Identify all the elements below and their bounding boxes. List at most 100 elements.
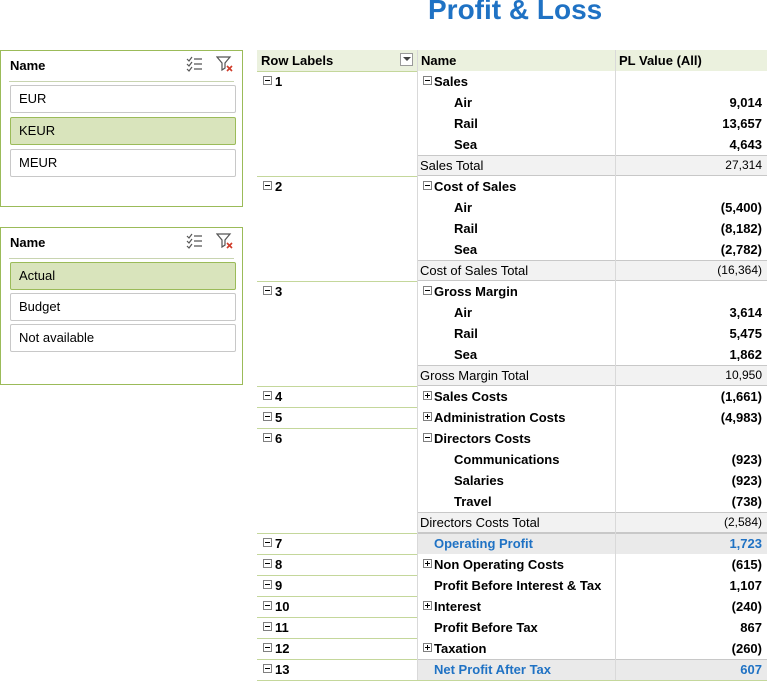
row-value: 1,862 xyxy=(729,347,762,362)
row-name-air: Air xyxy=(454,95,473,110)
slicer-item-eur[interactable]: EUR xyxy=(10,85,236,113)
collapse-icon[interactable] xyxy=(263,181,272,190)
row-name-communications: Communications xyxy=(454,452,560,467)
clear-filter-icon[interactable] xyxy=(216,55,234,73)
table-row: Salaries (923) xyxy=(257,470,767,491)
row-labels-header: Row Labels xyxy=(261,53,334,68)
row-value: 867 xyxy=(740,620,762,635)
row-value: 13,657 xyxy=(722,116,762,131)
expand-icon[interactable] xyxy=(423,391,432,400)
table-row: 8 Non Operating Costs (615) xyxy=(257,554,767,575)
row-name-gross-margin: Gross Margin xyxy=(434,284,518,299)
pivot-header-row: Row Labels Name PL Value (All) xyxy=(257,50,767,71)
page-title: Profit & Loss xyxy=(428,0,603,25)
collapse-icon[interactable] xyxy=(263,76,272,85)
row-value: (923) xyxy=(731,452,762,467)
row-label: 8 xyxy=(275,557,283,572)
table-row: 11 Profit Before Tax 867 xyxy=(257,617,767,638)
row-name-sales: Sales xyxy=(434,74,468,89)
row-value: (2,782) xyxy=(720,242,762,257)
table-row: Gross Margin Total 10,950 xyxy=(257,365,767,386)
table-row: 4 Sales Costs (1,661) xyxy=(257,386,767,407)
row-label: 10 xyxy=(275,599,290,614)
slicer-item-meur[interactable]: MEUR xyxy=(10,149,236,177)
table-row: 7 Operating Profit 1,723 xyxy=(257,533,767,554)
row-name-sea: Sea xyxy=(454,242,478,257)
collapse-icon[interactable] xyxy=(263,412,272,421)
row-value: (1,661) xyxy=(720,389,762,404)
table-row: Air 3,614 xyxy=(257,302,767,323)
slicer-item-actual[interactable]: Actual xyxy=(10,262,236,290)
table-row: 3 Gross Margin xyxy=(257,281,767,302)
table-row: 9 Profit Before Interest & Tax 1,107 xyxy=(257,575,767,596)
column-divider xyxy=(417,50,418,680)
row-name-travel: Travel xyxy=(454,494,492,509)
table-row: Directors Costs Total (2,584) xyxy=(257,512,767,533)
table-row: 2 Cost of Sales xyxy=(257,176,767,197)
table-row: Sea (2,782) xyxy=(257,239,767,260)
collapse-icon[interactable] xyxy=(263,643,272,652)
collapse-icon[interactable] xyxy=(263,433,272,442)
row-name-non-operating-costs: Non Operating Costs xyxy=(434,557,565,572)
row-name-air: Air xyxy=(454,305,473,320)
row-name-operating-profit: Operating Profit xyxy=(434,536,533,551)
table-row: 5 Administration Costs (4,983) xyxy=(257,407,767,428)
slicer-title: Name xyxy=(10,235,46,250)
row-name-cost-of-sales: Cost of Sales xyxy=(434,179,517,194)
table-row: Sea 4,643 xyxy=(257,134,767,155)
table-row: 12 Taxation (260) xyxy=(257,638,767,659)
collapse-icon[interactable] xyxy=(263,559,272,568)
multi-select-icon[interactable] xyxy=(185,55,203,73)
row-label: 9 xyxy=(275,578,283,593)
slicer-item-not-available[interactable]: Not available xyxy=(10,324,236,352)
collapse-icon[interactable] xyxy=(263,664,272,673)
column-divider xyxy=(615,50,616,680)
expand-icon[interactable] xyxy=(423,412,432,421)
collapse-icon[interactable] xyxy=(263,580,272,589)
table-row: Rail 5,475 xyxy=(257,323,767,344)
collapse-icon[interactable] xyxy=(263,286,272,295)
table-row: Communications (923) xyxy=(257,449,767,470)
collapse-icon[interactable] xyxy=(423,433,432,442)
row-labels-filter-dropdown[interactable] xyxy=(400,53,413,66)
table-row: Rail 13,657 xyxy=(257,113,767,134)
row-name-rail: Rail xyxy=(454,116,478,131)
row-name-directors-costs-total: Directors Costs Total xyxy=(420,515,540,530)
row-label: 13 xyxy=(275,662,290,677)
collapse-icon[interactable] xyxy=(423,286,432,295)
collapse-icon[interactable] xyxy=(423,76,432,85)
collapse-icon[interactable] xyxy=(263,391,272,400)
row-value: 1,723 xyxy=(729,536,762,551)
row-label: 12 xyxy=(275,641,290,656)
currency-slicer: Name EUR KEUR MEUR xyxy=(0,50,243,207)
row-value: (615) xyxy=(731,557,762,572)
row-value: (260) xyxy=(731,641,762,656)
collapse-icon[interactable] xyxy=(263,538,272,547)
table-row: Cost of Sales Total (16,364) xyxy=(257,260,767,281)
row-label: 3 xyxy=(275,284,283,299)
row-name-net-profit-after-tax: Net Profit After Tax xyxy=(434,662,552,677)
row-name-gross-margin-total: Gross Margin Total xyxy=(420,368,529,383)
row-value: 27,314 xyxy=(725,158,762,172)
row-label: 2 xyxy=(275,179,283,194)
expand-icon[interactable] xyxy=(423,559,432,568)
table-row: Air 9,014 xyxy=(257,92,767,113)
row-name-rail: Rail xyxy=(454,221,478,236)
multi-select-icon[interactable] xyxy=(185,232,203,250)
collapse-icon[interactable] xyxy=(423,181,432,190)
slicer-item-budget[interactable]: Budget xyxy=(10,293,236,321)
collapse-icon[interactable] xyxy=(263,622,272,631)
expand-icon[interactable] xyxy=(423,643,432,652)
row-label: 6 xyxy=(275,431,283,446)
clear-filter-icon[interactable] xyxy=(216,232,234,250)
table-row: Air (5,400) xyxy=(257,197,767,218)
expand-icon[interactable] xyxy=(423,601,432,610)
table-row: Travel (738) xyxy=(257,491,767,512)
row-name-sales-total: Sales Total xyxy=(420,158,484,173)
slicer-item-keur[interactable]: KEUR xyxy=(10,117,236,145)
row-value: (8,182) xyxy=(720,221,762,236)
collapse-icon[interactable] xyxy=(263,601,272,610)
table-row: Rail (8,182) xyxy=(257,218,767,239)
table-row: Sales Total 27,314 xyxy=(257,155,767,176)
table-row: 10 Interest (240) xyxy=(257,596,767,617)
